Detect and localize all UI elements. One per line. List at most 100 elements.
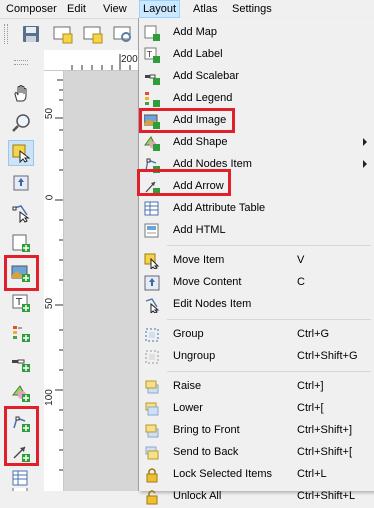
menu-item-label: Add Arrow: [173, 180, 224, 192]
add-image-button[interactable]: [8, 260, 34, 286]
duplicate-composer-icon: [83, 26, 103, 44]
menu-item-add-image[interactable]: Add Image: [139, 110, 374, 132]
menu-item-add-nodes-item[interactable]: Add Nodes Item: [139, 154, 374, 176]
menu-item-send-to-back[interactable]: Send to Back Ctrl+Shift+[: [139, 442, 374, 464]
menu-item-shortcut: C: [297, 276, 305, 288]
menu-separator: [167, 319, 371, 320]
menu-item-shortcut: Ctrl+Shift+[: [297, 446, 353, 458]
menu-item-unlock-all[interactable]: Unlock All Ctrl+Shift+L: [139, 486, 374, 508]
select-move-item-button[interactable]: [8, 140, 34, 166]
menu-item-label: Bring to Front: [173, 424, 240, 436]
submenu-arrow-icon: [363, 160, 367, 168]
menu-item-edit-nodes-item[interactable]: Edit Nodes Item: [139, 294, 374, 316]
menu-separator: [167, 245, 371, 246]
vertical-ruler-label: 50: [44, 107, 56, 120]
menu-item-add-shape[interactable]: Add Shape: [139, 132, 374, 154]
add-label-button[interactable]: T: [8, 290, 34, 316]
menu-item-shortcut: Ctrl+Shift+L: [297, 490, 356, 502]
menu-item-ungroup[interactable]: Ungroup Ctrl+Shift+G: [139, 346, 374, 368]
menu-layout[interactable]: Layout: [139, 0, 181, 18]
move-item-icon: [144, 253, 160, 269]
pan-button[interactable]: [8, 80, 34, 106]
menu-item-move-content[interactable]: Move Content C: [139, 272, 374, 294]
menu-item-shortcut: V: [297, 254, 305, 266]
edit-nodes-button[interactable]: [8, 200, 34, 226]
menu-item-add-map[interactable]: Add Map: [139, 22, 374, 44]
edit-nodes-icon: [12, 205, 30, 223]
menu-item-label: Raise: [173, 380, 202, 392]
menu-item-add-scalebar[interactable]: Add Scalebar: [139, 66, 374, 88]
menu-separator: [167, 371, 371, 372]
vertical-ruler: 50 0 50 100: [44, 50, 64, 491]
send-to-back-icon: [145, 446, 159, 460]
add-map-button[interactable]: [8, 230, 34, 256]
menu-item-bring-to-front[interactable]: Bring to Front Ctrl+Shift+]: [139, 420, 374, 442]
menu-item-label: Add Map: [173, 26, 218, 38]
menu-item-label: Lower: [173, 402, 203, 414]
zoom-button[interactable]: [8, 110, 34, 136]
menu-item-move-item[interactable]: Move Item V: [139, 250, 374, 272]
lock-icon: [146, 468, 158, 483]
pan-icon: [14, 85, 27, 102]
menu-item-add-legend[interactable]: Add Legend: [139, 88, 374, 110]
add-arrow-icon: [145, 181, 160, 195]
menu-atlas[interactable]: Atlas: [190, 2, 220, 17]
add-legend-icon: [145, 92, 160, 107]
menu-item-add-attribute-table[interactable]: Add Attribute Table: [139, 198, 374, 220]
menu-item-raise[interactable]: Raise Ctrl+]: [139, 376, 374, 398]
edit-nodes-icon: [145, 298, 160, 313]
layout-menu: Add Map T Add Label Add Scalebar Add Leg…: [137, 18, 374, 505]
save-button[interactable]: [18, 21, 44, 47]
menu-item-label: Lock Selected Items: [173, 468, 273, 480]
select-move-item-icon: [12, 144, 31, 163]
menu-item-label: Add Shape: [173, 136, 228, 148]
move-content-icon: [144, 275, 160, 291]
menu-item-lock-selected-items[interactable]: Lock Selected Items Ctrl+L: [139, 464, 374, 486]
move-content-button[interactable]: [8, 170, 34, 196]
menu-item-add-label[interactable]: T Add Label: [139, 44, 374, 66]
add-scalebar-button[interactable]: [8, 350, 34, 376]
add-legend-button[interactable]: [8, 320, 34, 346]
unlock-icon: [146, 490, 158, 505]
add-nodes-icon: [145, 158, 160, 173]
toolbar-grip[interactable]: [14, 60, 28, 65]
svg-text:T: T: [15, 297, 23, 308]
add-attribute-table-icon: [144, 201, 159, 216]
composer-manager-button[interactable]: [110, 21, 136, 47]
menu-item-add-html[interactable]: Add HTML: [139, 220, 374, 242]
new-composer-button[interactable]: [50, 21, 76, 47]
menu-item-shortcut: Ctrl+Shift+]: [297, 424, 353, 436]
add-html-icon: [144, 223, 159, 238]
left-toolbar: T: [0, 50, 43, 491]
menu-item-shortcut: Ctrl+L: [297, 468, 327, 480]
menu-composer[interactable]: Composer: [3, 2, 60, 17]
vertical-ruler-label: 100: [43, 389, 55, 406]
menu-item-lower[interactable]: Lower Ctrl+[: [139, 398, 374, 420]
menu-item-label: Move Content: [173, 276, 242, 288]
add-shape-icon: [144, 136, 160, 151]
menu-view[interactable]: View: [100, 2, 130, 17]
add-shape-button[interactable]: [8, 380, 34, 406]
menu-item-label: Add Image: [173, 114, 227, 126]
menu-settings[interactable]: Settings: [229, 2, 275, 17]
menu-item-add-arrow[interactable]: Add Arrow: [139, 176, 374, 198]
add-map-icon: [144, 25, 160, 41]
add-arrow-button[interactable]: [8, 440, 34, 466]
save-icon: [23, 26, 39, 42]
menu-bar: Composer Edit View Layout Atlas Settings: [0, 0, 374, 19]
add-nodes-button[interactable]: [8, 410, 34, 436]
toolbar-grip[interactable]: [4, 24, 8, 44]
menu-item-label: Unlock All: [173, 490, 222, 502]
menu-item-label: Move Item: [173, 254, 225, 266]
lower-icon: [145, 402, 159, 416]
add-label-icon: T: [12, 294, 30, 312]
composer-canvas[interactable]: [64, 71, 140, 491]
duplicate-composer-button[interactable]: [80, 21, 106, 47]
group-icon: [145, 328, 159, 342]
menu-item-group[interactable]: Group Ctrl+G: [139, 324, 374, 346]
add-attribute-table-icon: [12, 470, 28, 486]
move-content-icon: [13, 175, 29, 191]
vertical-ruler-label: 0: [44, 194, 56, 201]
add-label-icon: T: [144, 47, 160, 63]
menu-edit[interactable]: Edit: [64, 2, 89, 17]
